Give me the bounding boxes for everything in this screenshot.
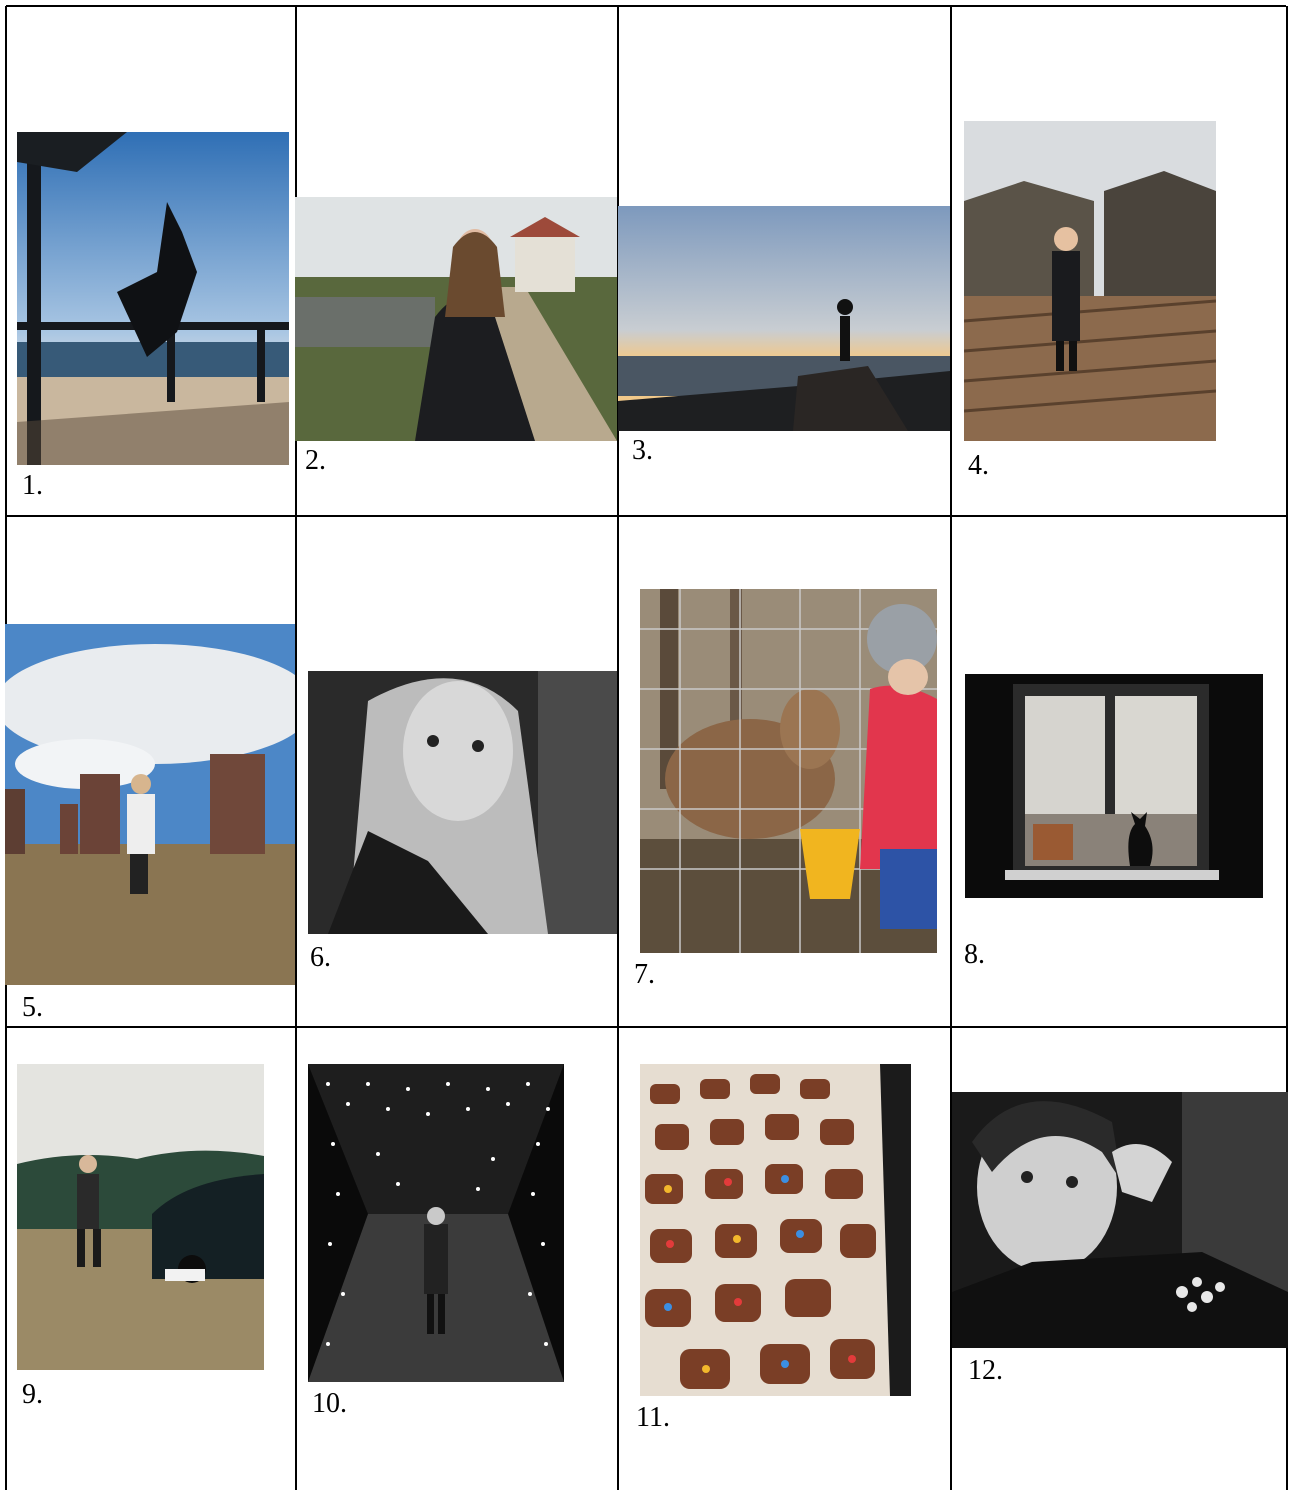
feeding-deer-through-fence-photo [640, 589, 937, 953]
woman-on-village-road-photo [295, 197, 617, 441]
woman-with-car-photo [17, 1064, 264, 1370]
photo-caption: 4. [968, 450, 989, 481]
photo-caption: 9. [22, 1379, 43, 1410]
table-top-border [6, 5, 1286, 7]
bw-portrait-with-flowers-photo [952, 1092, 1288, 1348]
photo-caption: 10. [312, 1388, 347, 1419]
photo-caption: 3. [632, 435, 653, 466]
photo-caption: 6. [310, 942, 331, 973]
photo-grid-table: 1. 2. 3. 4. 5. 6. 7. 8. 9. 10. 11. 12. [0, 0, 1290, 1490]
woman-at-log-cabin-photo [964, 121, 1216, 441]
row-divider [6, 1026, 1286, 1028]
silhouette-jumping-on-pier-photo [17, 132, 289, 465]
bw-selfie-portrait-photo [308, 671, 617, 934]
woman-near-brick-ruins-photo [5, 624, 295, 985]
gingerbread-cookies-photo [640, 1064, 911, 1396]
photo-caption: 12. [968, 1355, 1003, 1386]
silhouette-at-sea-sunset-photo [618, 206, 950, 431]
row-divider [6, 515, 1286, 517]
cat-in-window-photo [965, 674, 1263, 898]
photo-caption: 11. [636, 1402, 670, 1433]
photo-caption: 5. [22, 992, 43, 1023]
photo-caption: 8. [964, 939, 985, 970]
photo-caption: 1. [22, 470, 43, 501]
photo-caption: 7. [634, 959, 655, 990]
photo-caption: 2. [305, 445, 326, 476]
light-tunnel-photo [308, 1064, 564, 1382]
